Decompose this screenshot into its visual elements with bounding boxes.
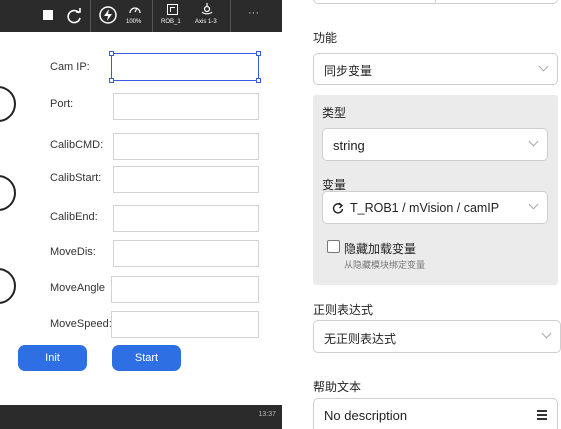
resize-handle[interactable] — [256, 78, 261, 83]
speed-gauge-icon[interactable] — [128, 3, 142, 15]
type-title: 类型 — [322, 106, 347, 120]
move-dis-input[interactable] — [113, 240, 259, 267]
help-text-field[interactable]: No description — [313, 398, 558, 429]
resize-handle[interactable] — [109, 51, 114, 56]
help-title: 帮助文本 — [313, 380, 362, 394]
calib-cmd-input[interactable] — [113, 133, 259, 160]
topbar-divider — [230, 0, 231, 32]
zoom-level: 100% — [126, 19, 142, 25]
resize-handle[interactable] — [109, 78, 114, 83]
calib-end-input[interactable] — [113, 205, 259, 232]
preview-top-bar: 100% ROB_1 Axis 1-3 ··· — [0, 0, 282, 32]
menu-icon[interactable] — [537, 410, 547, 420]
init-button[interactable]: Init — [18, 345, 87, 371]
field-label-calib-start: CalibStart: — [50, 172, 102, 184]
cam-ip-input[interactable] — [109, 51, 261, 83]
regex-dropdown[interactable]: 无正则表达式 — [313, 320, 561, 353]
lightning-icon[interactable] — [98, 5, 118, 25]
field-label-calib-end: CalibEnd: — [50, 211, 98, 223]
hide-load-description: 从隐藏模块绑定变量 — [344, 260, 426, 270]
help-text-value: No description — [324, 408, 408, 423]
segment-divider — [435, 0, 436, 3]
properties-panel: 功能 同步变量 类型 string 变量 T_ROB1 / mVision / … — [282, 0, 561, 429]
field-label-port: Port: — [50, 98, 74, 110]
type-dropdown[interactable]: string — [322, 128, 548, 161]
field-label-move-dis: MoveDis: — [50, 246, 96, 258]
chevron-down-icon — [528, 136, 539, 147]
hide-load-label: 隐藏加载变量 — [344, 242, 417, 256]
start-button[interactable]: Start — [112, 345, 181, 371]
move-speed-input[interactable] — [111, 311, 259, 338]
field-label-move-speed: MoveSpeed: — [50, 318, 112, 330]
more-icon[interactable]: ··· — [248, 6, 259, 21]
resize-handle[interactable] — [256, 51, 261, 56]
calib-start-input[interactable] — [113, 166, 259, 193]
axis-label: Axis 1-3 — [195, 19, 217, 25]
function-value: 同步变量 — [324, 64, 373, 78]
function-title: 功能 — [313, 31, 338, 45]
robot-icon[interactable] — [167, 4, 178, 15]
chevron-down-icon — [538, 61, 549, 72]
move-angle-input[interactable] — [111, 276, 259, 303]
axis-icon[interactable] — [200, 2, 214, 16]
chevron-down-icon — [528, 199, 539, 210]
field-label-move-angle: MoveAngle — [50, 282, 106, 294]
topbar-divider — [90, 0, 91, 32]
robot-label: ROB_1 — [161, 19, 181, 25]
refresh-icon[interactable] — [64, 6, 84, 26]
regex-value: 无正则表达式 — [324, 332, 397, 346]
partial-control-top[interactable] — [313, 0, 558, 4]
function-dropdown[interactable]: 同步变量 — [313, 53, 558, 85]
topbar-divider — [152, 0, 153, 32]
field-label-cam-ip: Cam IP: — [50, 61, 90, 73]
port-input[interactable] — [113, 93, 259, 120]
regex-title: 正则表达式 — [313, 303, 374, 317]
reload-icon[interactable] — [332, 202, 344, 214]
field-label-calib-cmd: CalibCMD: — [50, 139, 104, 151]
hide-load-checkbox[interactable] — [327, 240, 340, 253]
jog-ring-decoration — [0, 175, 16, 211]
clock: 13:37 — [258, 411, 276, 418]
preview-bottom-bar: 13:37 — [0, 405, 282, 429]
variable-value: T_ROB1 / mVision / camIP — [350, 201, 500, 215]
stop-icon[interactable] — [43, 10, 53, 20]
jog-ring-decoration — [0, 86, 16, 122]
jog-ring-decoration — [0, 268, 16, 304]
chevron-down-icon — [541, 328, 552, 339]
app-preview-panel: 100% ROB_1 Axis 1-3 ··· Cam IP: Port: Ca… — [0, 0, 282, 429]
type-value: string — [333, 138, 365, 153]
variable-dropdown[interactable]: T_ROB1 / mVision / camIP — [322, 191, 548, 224]
